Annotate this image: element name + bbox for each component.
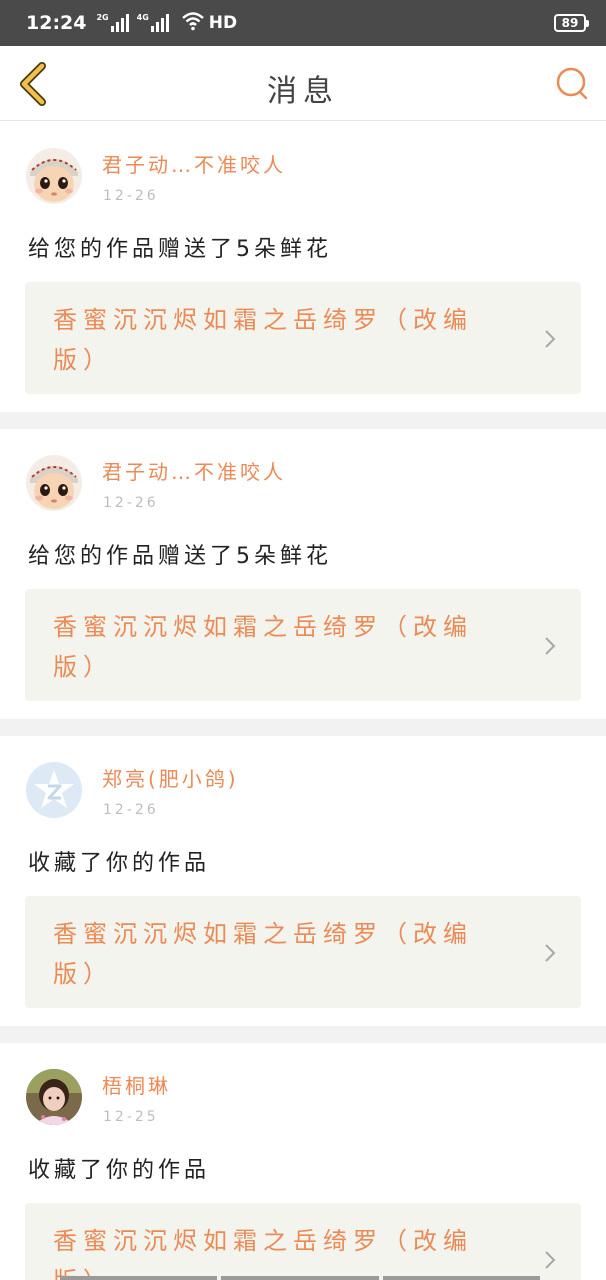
message-item[interactable]: 君子动…不准咬人 12-26 给您的作品赠送了5朵鲜花 香蜜沉沉烬如霜之岳绮罗（… [0, 122, 606, 412]
chevron-right-icon [543, 1249, 557, 1271]
signal-4g-icon: 4G [136, 13, 171, 32]
message-date: 12-26 [103, 802, 159, 818]
user-name[interactable]: 君子动…不准咬人 [102, 456, 286, 485]
chevron-right-icon [543, 328, 557, 350]
chevron-right-icon [543, 942, 557, 964]
work-title: 香蜜沉沉烬如霜之岳绮罗（改编版） [53, 306, 473, 374]
user-name[interactable]: 君子动…不准咬人 [102, 149, 286, 178]
message-date: 12-26 [103, 188, 159, 204]
signal-4g-label: 4G [136, 13, 149, 22]
battery-icon: 89 [554, 14, 589, 32]
message-date: 12-25 [103, 1109, 159, 1125]
user-name[interactable]: 梧桐琳 [102, 1070, 171, 1099]
page-title: 消息 [267, 74, 339, 109]
divider [0, 412, 606, 429]
message-item[interactable]: 郑亮(肥小鸽) 12-26 收藏了你的作品 香蜜沉沉烬如霜之岳绮罗（改编版） [0, 736, 606, 1026]
default-avatar[interactable] [26, 762, 82, 818]
work-title: 香蜜沉沉烬如霜之岳绮罗（改编版） [53, 1227, 473, 1280]
photo-avatar[interactable] [26, 1069, 82, 1125]
bottom-bar-indicator [60, 1276, 540, 1280]
nav-bar: 消息 [0, 46, 606, 121]
message-item[interactable]: 梧桐琳 12-25 收藏了你的作品 香蜜沉沉烬如霜之岳绮罗（改编版） [0, 1043, 606, 1280]
status-time: 12:24 [26, 12, 87, 34]
battery-level: 89 [561, 16, 579, 30]
user-name[interactable]: 郑亮(肥小鸽) [102, 763, 239, 792]
signal-2g-label: 2G [96, 13, 109, 22]
divider [0, 1026, 606, 1043]
message-text: 收藏了你的作品 [28, 851, 211, 876]
work-title: 香蜜沉沉烬如霜之岳绮罗（改编版） [53, 613, 473, 681]
search-icon[interactable] [554, 66, 590, 102]
signal-2g-icon: 2G [96, 13, 130, 32]
work-link[interactable]: 香蜜沉沉烬如霜之岳绮罗（改编版） [25, 896, 581, 1008]
work-link[interactable]: 香蜜沉沉烬如霜之岳绮罗（改编版） [25, 1203, 581, 1280]
message-date: 12-26 [103, 495, 159, 511]
wifi-icon [181, 11, 205, 35]
work-link[interactable]: 香蜜沉沉烬如霜之岳绮罗（改编版） [25, 589, 581, 701]
divider [0, 719, 606, 736]
network-label: HD [208, 13, 238, 33]
status-bar: 12:24 2G 4G HD 89 [0, 0, 606, 46]
message-item[interactable]: 君子动…不准咬人 12-26 给您的作品赠送了5朵鲜花 香蜜沉沉烬如霜之岳绮罗（… [0, 429, 606, 719]
work-link[interactable]: 香蜜沉沉烬如霜之岳绮罗（改编版） [25, 282, 581, 394]
doll-avatar[interactable] [26, 455, 82, 511]
doll-avatar[interactable] [26, 148, 82, 204]
message-text: 给您的作品赠送了5朵鲜花 [28, 544, 332, 569]
message-text: 收藏了你的作品 [28, 1158, 211, 1183]
chevron-right-icon [543, 635, 557, 657]
work-title: 香蜜沉沉烬如霜之岳绮罗（改编版） [53, 920, 473, 988]
message-text: 给您的作品赠送了5朵鲜花 [28, 237, 332, 262]
message-list: 君子动…不准咬人 12-26 给您的作品赠送了5朵鲜花 香蜜沉沉烬如霜之岳绮罗（… [0, 122, 606, 1280]
